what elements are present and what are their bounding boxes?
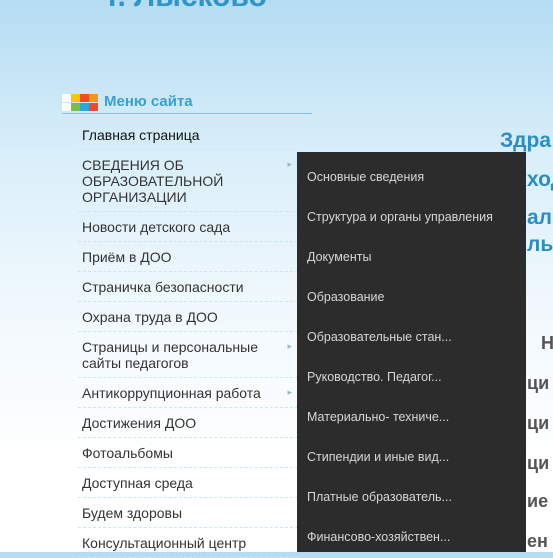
- submenu-item-standards[interactable]: Образовательные стан...: [297, 312, 526, 352]
- submenu-item-facilities[interactable]: Материально- техниче...: [297, 392, 526, 432]
- menu-item-labor-protection[interactable]: Охрана труда в ДОО: [78, 302, 298, 332]
- arrow-right-icon: ▸: [287, 387, 292, 397]
- submenu-item-basic-info[interactable]: Основные сведения: [297, 152, 526, 192]
- content-text-fragment: ци: [527, 373, 550, 393]
- menu-item-label: Приём в ДОО: [82, 249, 172, 265]
- submenu-item-finance[interactable]: Финансово-хозяйствен...: [297, 512, 526, 552]
- menu-item-label: Антикоррупционная работа: [82, 385, 261, 401]
- menu-item-label: Страницы и персональные сайты педагогов: [82, 339, 258, 371]
- menu-item-teacher-pages[interactable]: Страницы и персональные сайты педагогов ▸: [78, 332, 298, 378]
- content-text-fragment: Н: [541, 333, 553, 353]
- menu-item-consulting-center[interactable]: Консультационный центр: [78, 528, 298, 558]
- menu-item-label: Охрана труда в ДОО: [82, 309, 218, 325]
- arrow-right-icon: ▸: [287, 341, 292, 351]
- colored-squares-logo-icon: [62, 94, 98, 112]
- menu-item-label: Консультационный центр: [82, 535, 247, 551]
- logo-square: [62, 103, 71, 111]
- menu-item-label: Достижения ДОО: [82, 415, 197, 431]
- content-heading-fragment: ход: [527, 168, 553, 191]
- logo-square: [71, 103, 80, 111]
- content-text-fragment: ие: [527, 491, 549, 511]
- submenu-item-scholarships[interactable]: Стипендии и иные вид...: [297, 432, 526, 472]
- menu-item-label: Доступная среда: [82, 475, 193, 491]
- menu-item-label: Страничка безопасности: [82, 279, 244, 295]
- logo-square: [71, 94, 80, 102]
- menu-item-be-healthy[interactable]: Будем здоровы: [78, 498, 298, 528]
- submenu-item-structure[interactable]: Структура и органы управления: [297, 192, 526, 232]
- content-heading-fragment: лы: [527, 233, 553, 256]
- arrow-right-icon: ▸: [287, 159, 292, 169]
- content-text-fragment: ци: [527, 453, 550, 473]
- menu-item-safety[interactable]: Страничка безопасности: [78, 272, 298, 302]
- menu-item-admission[interactable]: Приём в ДОО: [78, 242, 298, 272]
- menu-header: Меню сайта: [62, 93, 312, 114]
- submenu-item-documents[interactable]: Документы: [297, 232, 526, 272]
- submenu-item-management[interactable]: Руководство. Педагог...: [297, 352, 526, 392]
- menu-item-label: Фотоальбомы: [82, 445, 173, 461]
- content-heading-fragment: ал: [527, 206, 553, 229]
- logo-square: [62, 94, 71, 102]
- menu-item-photo-albums[interactable]: Фотоальбомы: [78, 438, 298, 468]
- logo-square: [80, 94, 89, 102]
- menu-item-anticorruption[interactable]: Антикоррупционная работа ▸: [78, 378, 298, 408]
- menu-item-label: Главная страница: [82, 127, 200, 143]
- menu-item-achievements[interactable]: Достижения ДОО: [78, 408, 298, 438]
- menu-item-accessible-environment[interactable]: Доступная среда: [78, 468, 298, 498]
- menu-item-label: Новости детского сада: [82, 219, 231, 235]
- submenu-dropdown: Основные сведения Структура и органы упр…: [297, 152, 526, 552]
- logo-square: [89, 94, 98, 102]
- menu-item-news[interactable]: Новости детского сада: [78, 212, 298, 242]
- menu-item-label: СВЕДЕНИЯ ОБ ОБРАЗОВАТЕЛЬНОЙ ОРГАНИЗАЦИИ: [82, 157, 224, 205]
- logo-square: [80, 103, 89, 111]
- menu-item-label: Будем здоровы: [82, 505, 183, 521]
- menu-item-org-info[interactable]: СВЕДЕНИЯ ОБ ОБРАЗОВАТЕЛЬНОЙ ОРГАНИЗАЦИИ ▸: [78, 150, 298, 212]
- content-text-fragment: ен: [527, 531, 548, 551]
- submenu-item-paid-services[interactable]: Платные образователь...: [297, 472, 526, 512]
- menu-item-home[interactable]: Главная страница: [78, 120, 298, 150]
- content-text-fragment: ци: [527, 413, 550, 433]
- content-heading-fragment: Здра: [500, 129, 551, 152]
- site-menu: Главная страница СВЕДЕНИЯ ОБ ОБРАЗОВАТЕЛ…: [78, 120, 298, 558]
- submenu-item-education[interactable]: Образование: [297, 272, 526, 312]
- menu-header-title: Меню сайта: [104, 93, 193, 110]
- site-title: г. Лысково: [108, 0, 267, 14]
- logo-square: [89, 103, 98, 111]
